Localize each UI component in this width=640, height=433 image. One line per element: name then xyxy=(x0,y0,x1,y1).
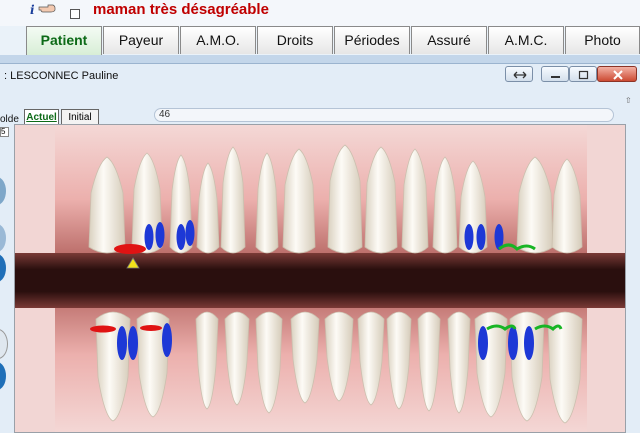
lower-blue-mark-4[interactable] xyxy=(478,326,488,360)
side-button-4[interactable] xyxy=(0,329,8,359)
tab-droits[interactable]: Droits xyxy=(257,26,333,54)
blue-mark-6[interactable] xyxy=(476,224,486,250)
red-mark-lower-2[interactable] xyxy=(140,325,162,331)
collapse-arrow-icon[interactable]: ⇧ xyxy=(625,96,632,105)
pointing-hand-icon[interactable] xyxy=(38,4,56,13)
restore-arrows-icon xyxy=(513,71,527,79)
red-mark-lower-1[interactable] xyxy=(90,325,116,333)
tab-payeur[interactable]: Payeur xyxy=(103,26,179,54)
lower-blue-mark-3[interactable] xyxy=(162,323,172,357)
tab-patient[interactable]: Patient xyxy=(26,26,102,55)
lower-blue-mark-2[interactable] xyxy=(128,326,138,360)
blue-mark-3[interactable] xyxy=(176,224,186,250)
left-value-field: 5 xyxy=(0,127,9,137)
top-toolbar: i maman très désagréable xyxy=(0,0,640,26)
blue-mark-4[interactable] xyxy=(185,220,195,246)
side-button-5[interactable] xyxy=(0,362,6,390)
lower-blue-mark-5[interactable] xyxy=(508,326,518,360)
lower-blue-mark-6[interactable] xyxy=(524,326,534,360)
tooth-number-field[interactable]: 46 xyxy=(154,108,614,122)
minimize-button[interactable] xyxy=(541,66,569,82)
window-title: : LESCONNEC Pauline xyxy=(4,70,119,82)
restore-button[interactable] xyxy=(505,66,533,82)
teeth-diagram-svg[interactable] xyxy=(15,125,626,433)
side-button-1[interactable] xyxy=(0,177,6,205)
tab-amo[interactable]: A.M.O. xyxy=(180,26,256,54)
tab-periodes[interactable]: Périodes xyxy=(334,26,410,54)
alert-checkbox[interactable] xyxy=(70,9,80,19)
blue-mark-2[interactable] xyxy=(155,222,165,248)
maximize-button[interactable] xyxy=(569,66,597,82)
tab-initial[interactable]: Initial xyxy=(61,109,99,125)
minimize-icon xyxy=(551,76,560,78)
tab-assure[interactable]: Assuré xyxy=(411,26,487,54)
maximize-icon xyxy=(578,70,589,80)
patient-alert-text: maman très désagréable xyxy=(93,1,269,18)
patient-tabs: Patient Payeur A.M.O. Droits Périodes As… xyxy=(26,26,640,55)
mouth-gap xyxy=(15,253,625,308)
blue-mark-1[interactable] xyxy=(144,224,154,250)
dental-chart xyxy=(14,124,626,433)
side-button-2[interactable] xyxy=(0,224,6,252)
info-icon[interactable]: i xyxy=(30,3,35,17)
dental-chart-window: : LESCONNEC Pauline ⇧ olde Actuel Initia… xyxy=(0,63,640,433)
close-icon xyxy=(613,70,623,80)
side-button-3[interactable] xyxy=(0,254,6,282)
tab-amc[interactable]: A.M.C. xyxy=(488,26,564,54)
tab-photo[interactable]: Photo xyxy=(565,26,640,54)
red-mark-upper[interactable] xyxy=(114,244,146,254)
lower-blue-mark-1[interactable] xyxy=(117,326,127,360)
blue-mark-5[interactable] xyxy=(464,224,474,250)
close-button[interactable] xyxy=(597,66,637,82)
lower-gum xyxy=(55,290,587,432)
